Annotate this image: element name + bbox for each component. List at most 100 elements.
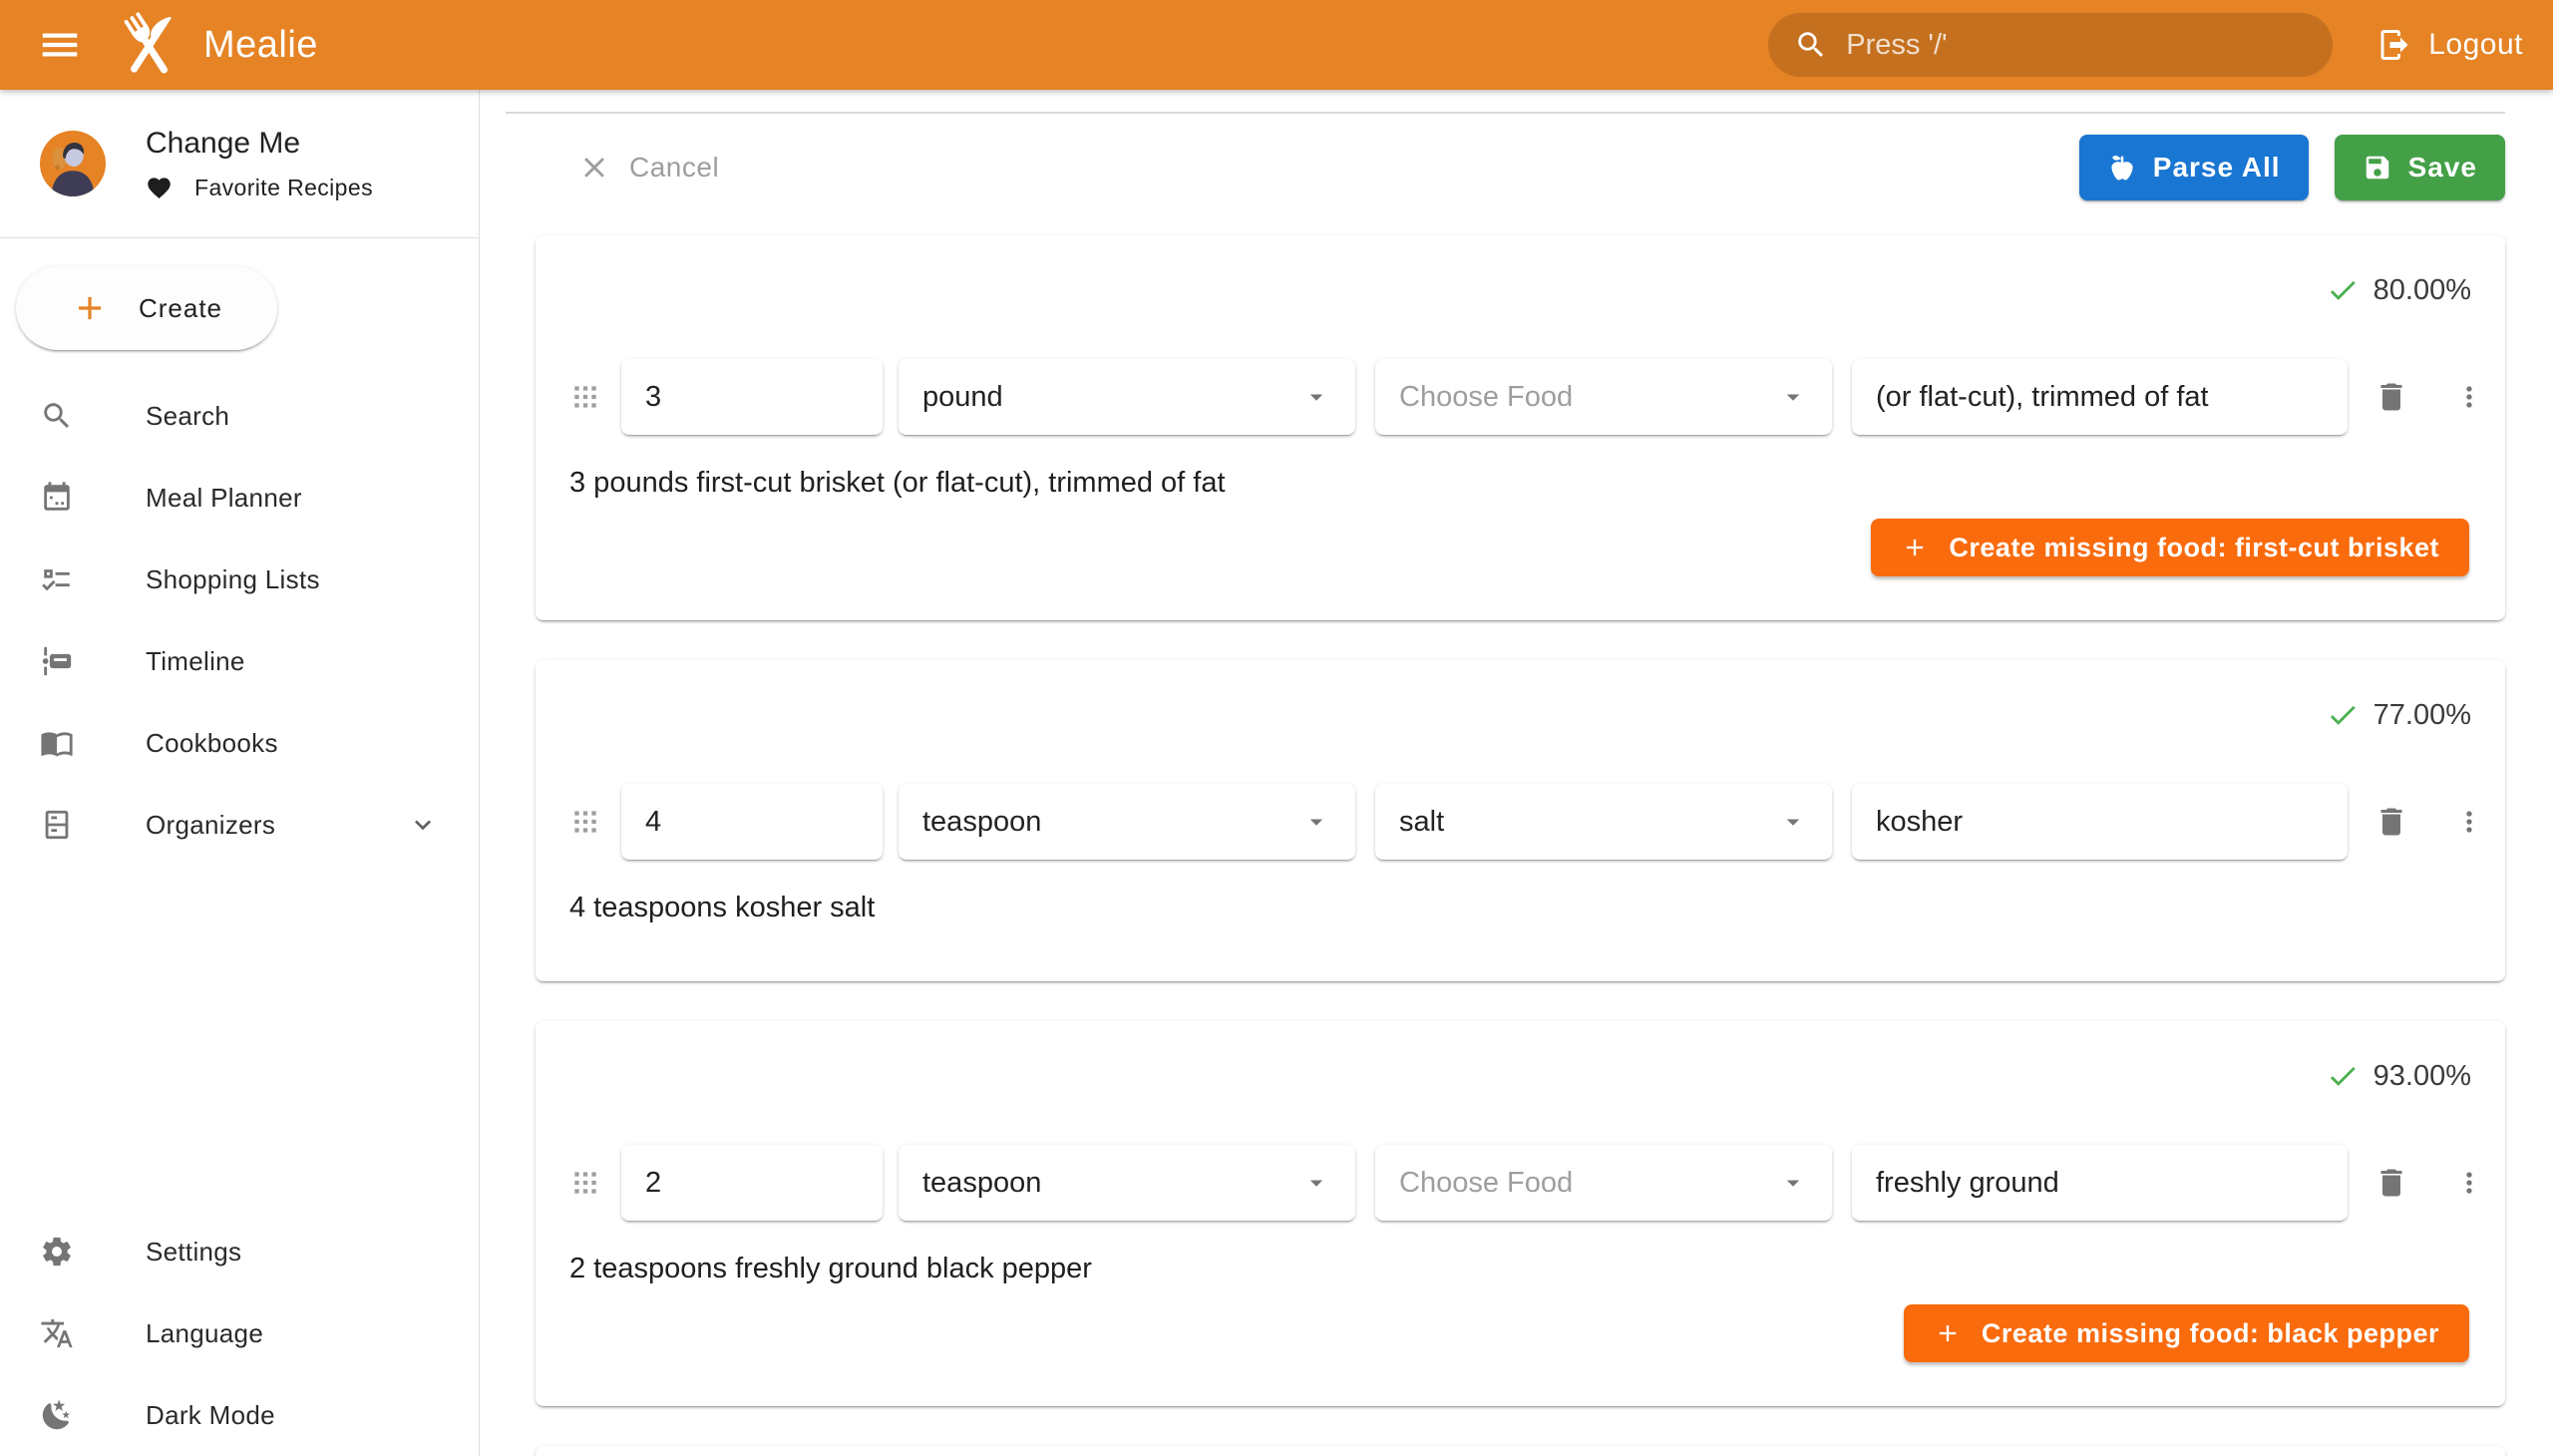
favorite-recipes-link[interactable]: Favorite Recipes [146, 175, 373, 201]
ingredient-row: teaspoon salt [569, 784, 2485, 860]
delete-ingredient-button[interactable] [2373, 804, 2409, 840]
unit-select[interactable]: pound [899, 359, 1355, 435]
ingredient-editor-toolbar: Cancel Parse All Save [536, 114, 2505, 221]
food-select[interactable]: Choose Food [1375, 1145, 1832, 1221]
moon-icon [40, 1398, 74, 1432]
timeline-icon [40, 644, 74, 678]
logout-icon [2376, 27, 2412, 63]
chevron-down-icon [1301, 382, 1331, 412]
parse-all-button[interactable]: Parse All [2079, 135, 2309, 200]
create-missing-food-label: Create missing food: black pepper [1982, 1318, 2439, 1349]
sidebar: Change Me Favorite Recipes Create Search… [0, 90, 480, 1456]
parse-all-label: Parse All [2153, 152, 2281, 183]
quantity-field[interactable] [621, 359, 883, 435]
close-icon [577, 151, 611, 184]
ingredient-card: 80.00% pound Choose Food [536, 235, 2505, 620]
ingredient-menu-button[interactable] [2453, 806, 2485, 838]
avatar [40, 131, 106, 196]
sidebar-item-organizers[interactable]: Organizers [0, 784, 479, 866]
logout-button[interactable]: Logout [2376, 27, 2523, 63]
food-select-value: Choose Food [1399, 381, 1573, 414]
unit-select[interactable]: teaspoon [899, 1145, 1355, 1221]
user-section[interactable]: Change Me Favorite Recipes [0, 90, 479, 237]
food-select[interactable]: salt [1375, 784, 1832, 860]
drag-handle-icon[interactable] [569, 806, 601, 838]
confidence-badge: 77.00% [569, 698, 2485, 732]
calendar-icon [40, 481, 74, 515]
chevron-down-icon [1778, 1168, 1808, 1198]
ingredient-menu-button[interactable] [2453, 381, 2485, 413]
checklist-icon [40, 562, 74, 596]
plus-icon [71, 289, 109, 327]
delete-ingredient-button[interactable] [2373, 1165, 2409, 1201]
create-button[interactable]: Create [16, 266, 277, 350]
sidebar-item-language[interactable]: Language [0, 1292, 478, 1374]
mealie-logo-icon [110, 5, 189, 85]
sidebar-item-dark-mode[interactable]: Dark Mode [0, 1374, 478, 1456]
search-placeholder: Press '/' [1846, 29, 1947, 62]
save-icon [2363, 153, 2392, 182]
note-input[interactable] [1876, 1167, 2324, 1200]
chevron-down-icon [1778, 807, 1808, 837]
note-input[interactable] [1876, 381, 2324, 414]
cancel-label: Cancel [629, 152, 719, 183]
chevron-down-icon [1301, 807, 1331, 837]
sidebar-divider [0, 237, 479, 238]
plus-icon [1901, 534, 1929, 561]
sidebar-nav: Search Meal Planner Shopping Lists Timel… [0, 375, 479, 866]
hamburger-menu-icon[interactable] [34, 19, 86, 71]
original-ingredient-text: 2 teaspoons freshly ground black pepper [569, 1251, 2485, 1286]
food-select-value: salt [1399, 806, 1444, 839]
ingredient-row: pound Choose Food [569, 359, 2485, 435]
confidence-value: 77.00% [2373, 699, 2471, 732]
sidebar-item-settings[interactable]: Settings [0, 1211, 478, 1292]
drag-handle-icon[interactable] [569, 1167, 601, 1199]
delete-ingredient-button[interactable] [2373, 379, 2409, 415]
create-missing-food-label: Create missing food: first-cut brisket [1949, 533, 2439, 563]
create-missing-food-button[interactable]: Create missing food: black pepper [1904, 1304, 2469, 1362]
original-ingredient-text: 3 pounds first-cut brisket (or flat-cut)… [569, 465, 2485, 501]
unit-select-value: teaspoon [922, 1167, 1041, 1200]
unit-select[interactable]: teaspoon [899, 784, 1355, 860]
quantity-input[interactable] [645, 1167, 859, 1200]
food-select[interactable]: Choose Food [1375, 359, 1832, 435]
cancel-button[interactable]: Cancel [577, 151, 719, 184]
sidebar-item-search[interactable]: Search [0, 375, 479, 457]
confidence-badge: 80.00% [569, 273, 2485, 307]
sidebar-item-meal-planner[interactable]: Meal Planner [0, 457, 479, 539]
sidebar-item-timeline[interactable]: Timeline [0, 620, 479, 702]
search-input[interactable]: Press '/' [1768, 13, 2333, 77]
ingredient-menu-button[interactable] [2453, 1167, 2485, 1199]
create-missing-food-button[interactable]: Create missing food: first-cut brisket [1871, 519, 2469, 576]
ingredient-list: 80.00% pound Choose Food [536, 235, 2505, 1406]
quantity-field[interactable] [621, 1145, 883, 1221]
chevron-down-icon [1778, 382, 1808, 412]
sidebar-item-shopping-lists[interactable]: Shopping Lists [0, 539, 479, 620]
sidebar-bottom-nav: Settings Language Dark Mode [0, 1211, 478, 1456]
note-field[interactable] [1852, 1145, 2348, 1221]
drag-handle-icon[interactable] [569, 381, 601, 413]
user-name: Change Me [146, 127, 373, 161]
logout-label: Logout [2428, 28, 2523, 62]
translate-icon [40, 1316, 74, 1350]
create-button-label: Create [139, 293, 222, 324]
confidence-value: 80.00% [2373, 274, 2471, 307]
food-select-value: Choose Food [1399, 1167, 1573, 1200]
unit-select-value: teaspoon [922, 806, 1041, 839]
quantity-field[interactable] [621, 784, 883, 860]
save-label: Save [2408, 152, 2477, 183]
ingredient-card: 93.00% teaspoon Choose Food [536, 1021, 2505, 1406]
magnify-icon [40, 399, 74, 433]
confidence-value: 93.00% [2373, 1060, 2471, 1093]
next-ingredient-card-partial [536, 1446, 2505, 1456]
note-field[interactable] [1852, 359, 2348, 435]
note-input[interactable] [1876, 806, 2324, 839]
organizer-icon [40, 808, 74, 842]
ingredient-card: 77.00% teaspoon salt [536, 660, 2505, 981]
save-button[interactable]: Save [2335, 135, 2505, 200]
sidebar-item-cookbooks[interactable]: Cookbooks [0, 702, 479, 784]
unit-select-value: pound [922, 381, 1003, 414]
quantity-input[interactable] [645, 806, 859, 839]
note-field[interactable] [1852, 784, 2348, 860]
quantity-input[interactable] [645, 381, 859, 414]
